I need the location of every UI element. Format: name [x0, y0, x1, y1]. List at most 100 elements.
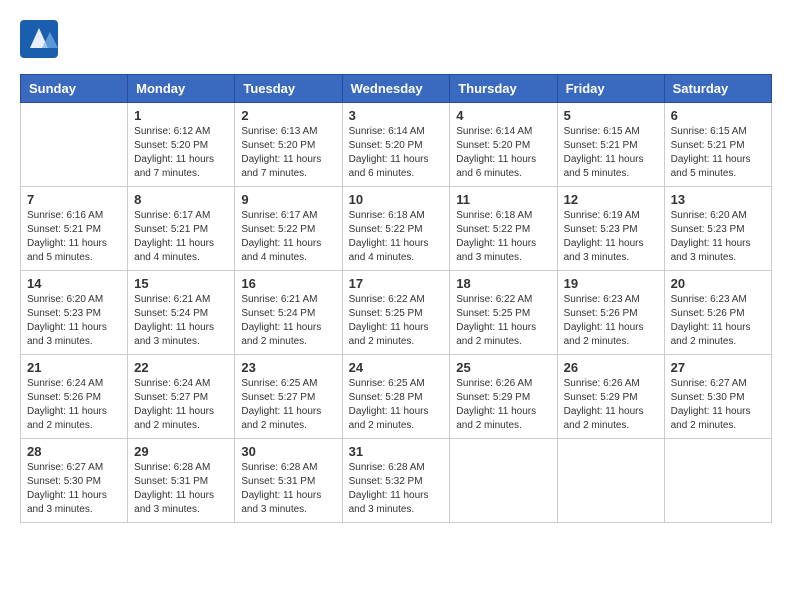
day-info: Sunrise: 6:21 AMSunset: 5:24 PMDaylight:… — [241, 293, 335, 349]
day-number: 11 — [456, 192, 550, 207]
calendar-cell: 28 Sunrise: 6:27 AMSunset: 5:30 PMDayligh… — [21, 439, 128, 523]
calendar-cell: 22 Sunrise: 6:24 AMSunset: 5:27 PMDayligh… — [128, 355, 235, 439]
day-number: 23 — [241, 360, 335, 375]
calendar-cell: 27 Sunrise: 6:27 AMSunset: 5:30 PMDayligh… — [664, 355, 771, 439]
col-header-wednesday: Wednesday — [342, 75, 450, 103]
calendar-cell: 12 Sunrise: 6:19 AMSunset: 5:23 PMDayligh… — [557, 187, 664, 271]
calendar-cell: 19 Sunrise: 6:23 AMSunset: 5:26 PMDayligh… — [557, 271, 664, 355]
day-number: 18 — [456, 276, 550, 291]
day-info: Sunrise: 6:13 AMSunset: 5:20 PMDaylight:… — [241, 125, 335, 181]
day-number: 8 — [134, 192, 228, 207]
day-number: 10 — [349, 192, 444, 207]
day-info: Sunrise: 6:18 AMSunset: 5:22 PMDaylight:… — [456, 209, 550, 265]
calendar-cell: 3 Sunrise: 6:14 AMSunset: 5:20 PMDaylight… — [342, 103, 450, 187]
calendar-cell: 6 Sunrise: 6:15 AMSunset: 5:21 PMDaylight… — [664, 103, 771, 187]
day-number: 1 — [134, 108, 228, 123]
day-number: 13 — [671, 192, 765, 207]
week-row-5: 28 Sunrise: 6:27 AMSunset: 5:30 PMDayligh… — [21, 439, 772, 523]
day-number: 28 — [27, 444, 121, 459]
day-number: 24 — [349, 360, 444, 375]
day-number: 7 — [27, 192, 121, 207]
day-number: 25 — [456, 360, 550, 375]
day-info: Sunrise: 6:21 AMSunset: 5:24 PMDaylight:… — [134, 293, 228, 349]
calendar-cell: 30 Sunrise: 6:28 AMSunset: 5:31 PMDayligh… — [235, 439, 342, 523]
calendar-cell: 9 Sunrise: 6:17 AMSunset: 5:22 PMDaylight… — [235, 187, 342, 271]
day-info: Sunrise: 6:24 AMSunset: 5:26 PMDaylight:… — [27, 377, 121, 433]
calendar-cell: 2 Sunrise: 6:13 AMSunset: 5:20 PMDaylight… — [235, 103, 342, 187]
calendar-cell: 1 Sunrise: 6:12 AMSunset: 5:20 PMDaylight… — [128, 103, 235, 187]
day-info: Sunrise: 6:17 AMSunset: 5:21 PMDaylight:… — [134, 209, 228, 265]
col-header-saturday: Saturday — [664, 75, 771, 103]
calendar-cell: 14 Sunrise: 6:20 AMSunset: 5:23 PMDayligh… — [21, 271, 128, 355]
day-number: 3 — [349, 108, 444, 123]
calendar-cell: 31 Sunrise: 6:28 AMSunset: 5:32 PMDayligh… — [342, 439, 450, 523]
day-number: 29 — [134, 444, 228, 459]
col-header-monday: Monday — [128, 75, 235, 103]
day-info: Sunrise: 6:14 AMSunset: 5:20 PMDaylight:… — [456, 125, 550, 181]
day-number: 27 — [671, 360, 765, 375]
page-header — [20, 20, 772, 58]
day-info: Sunrise: 6:26 AMSunset: 5:29 PMDaylight:… — [456, 377, 550, 433]
day-info: Sunrise: 6:22 AMSunset: 5:25 PMDaylight:… — [349, 293, 444, 349]
day-info: Sunrise: 6:22 AMSunset: 5:25 PMDaylight:… — [456, 293, 550, 349]
day-number: 14 — [27, 276, 121, 291]
day-info: Sunrise: 6:28 AMSunset: 5:31 PMDaylight:… — [134, 461, 228, 517]
day-info: Sunrise: 6:15 AMSunset: 5:21 PMDaylight:… — [671, 125, 765, 181]
day-number: 2 — [241, 108, 335, 123]
calendar-cell: 16Sunrise: 6:21 AMSunset: 5:24 PMDayligh… — [235, 271, 342, 355]
day-number: 4 — [456, 108, 550, 123]
day-number: 6 — [671, 108, 765, 123]
day-number: 19 — [564, 276, 658, 291]
week-row-1: 1 Sunrise: 6:12 AMSunset: 5:20 PMDaylight… — [21, 103, 772, 187]
calendar-cell: 21 Sunrise: 6:24 AMSunset: 5:26 PMDayligh… — [21, 355, 128, 439]
day-info: Sunrise: 6:23 AMSunset: 5:26 PMDaylight:… — [564, 293, 658, 349]
col-header-thursday: Thursday — [450, 75, 557, 103]
day-number: 22 — [134, 360, 228, 375]
calendar-cell: 7 Sunrise: 6:16 AMSunset: 5:21 PMDaylight… — [21, 187, 128, 271]
day-info: Sunrise: 6:12 AMSunset: 5:20 PMDaylight:… — [134, 125, 228, 181]
calendar-cell: 8 Sunrise: 6:17 AMSunset: 5:21 PMDaylight… — [128, 187, 235, 271]
calendar-cell: 20Sunrise: 6:23 AMSunset: 5:26 PMDayligh… — [664, 271, 771, 355]
header-row: SundayMondayTuesdayWednesdayThursdayFrid… — [21, 75, 772, 103]
day-number: 31 — [349, 444, 444, 459]
day-info: Sunrise: 6:28 AMSunset: 5:31 PMDaylight:… — [241, 461, 335, 517]
day-number: 30 — [241, 444, 335, 459]
col-header-sunday: Sunday — [21, 75, 128, 103]
day-info: Sunrise: 6:16 AMSunset: 5:21 PMDaylight:… — [27, 209, 121, 265]
calendar-cell: 24 Sunrise: 6:25 AMSunset: 5:28 PMDayligh… — [342, 355, 450, 439]
calendar-cell: 17Sunrise: 6:22 AMSunset: 5:25 PMDayligh… — [342, 271, 450, 355]
calendar-cell: 23Sunrise: 6:25 AMSunset: 5:27 PMDayligh… — [235, 355, 342, 439]
week-row-2: 7 Sunrise: 6:16 AMSunset: 5:21 PMDaylight… — [21, 187, 772, 271]
calendar-cell — [21, 103, 128, 187]
calendar-cell: 4 Sunrise: 6:14 AMSunset: 5:20 PMDaylight… — [450, 103, 557, 187]
day-info: Sunrise: 6:28 AMSunset: 5:32 PMDaylight:… — [349, 461, 444, 517]
calendar-cell — [557, 439, 664, 523]
day-info: Sunrise: 6:27 AMSunset: 5:30 PMDaylight:… — [27, 461, 121, 517]
calendar-cell: 11 Sunrise: 6:18 AMSunset: 5:22 PMDayligh… — [450, 187, 557, 271]
day-info: Sunrise: 6:20 AMSunset: 5:23 PMDaylight:… — [671, 209, 765, 265]
day-info: Sunrise: 6:15 AMSunset: 5:21 PMDaylight:… — [564, 125, 658, 181]
calendar-cell — [664, 439, 771, 523]
calendar-cell — [450, 439, 557, 523]
day-info: Sunrise: 6:25 AMSunset: 5:28 PMDaylight:… — [349, 377, 444, 433]
day-info: Sunrise: 6:17 AMSunset: 5:22 PMDaylight:… — [241, 209, 335, 265]
calendar-cell: 18 Sunrise: 6:22 AMSunset: 5:25 PMDayligh… — [450, 271, 557, 355]
logo-icon — [20, 20, 58, 58]
day-number: 21 — [27, 360, 121, 375]
day-info: Sunrise: 6:14 AMSunset: 5:20 PMDaylight:… — [349, 125, 444, 181]
day-number: 20 — [671, 276, 765, 291]
day-info: Sunrise: 6:24 AMSunset: 5:27 PMDaylight:… — [134, 377, 228, 433]
col-header-friday: Friday — [557, 75, 664, 103]
calendar-cell: 26Sunrise: 6:26 AMSunset: 5:29 PMDayligh… — [557, 355, 664, 439]
day-number: 12 — [564, 192, 658, 207]
day-number: 9 — [241, 192, 335, 207]
week-row-4: 21 Sunrise: 6:24 AMSunset: 5:26 PMDayligh… — [21, 355, 772, 439]
logo — [20, 20, 62, 58]
day-number: 5 — [564, 108, 658, 123]
day-info: Sunrise: 6:26 AMSunset: 5:29 PMDaylight:… — [564, 377, 658, 433]
calendar-cell: 29 Sunrise: 6:28 AMSunset: 5:31 PMDayligh… — [128, 439, 235, 523]
day-info: Sunrise: 6:20 AMSunset: 5:23 PMDaylight:… — [27, 293, 121, 349]
day-info: Sunrise: 6:19 AMSunset: 5:23 PMDaylight:… — [564, 209, 658, 265]
day-info: Sunrise: 6:27 AMSunset: 5:30 PMDaylight:… — [671, 377, 765, 433]
day-number: 15 — [134, 276, 228, 291]
